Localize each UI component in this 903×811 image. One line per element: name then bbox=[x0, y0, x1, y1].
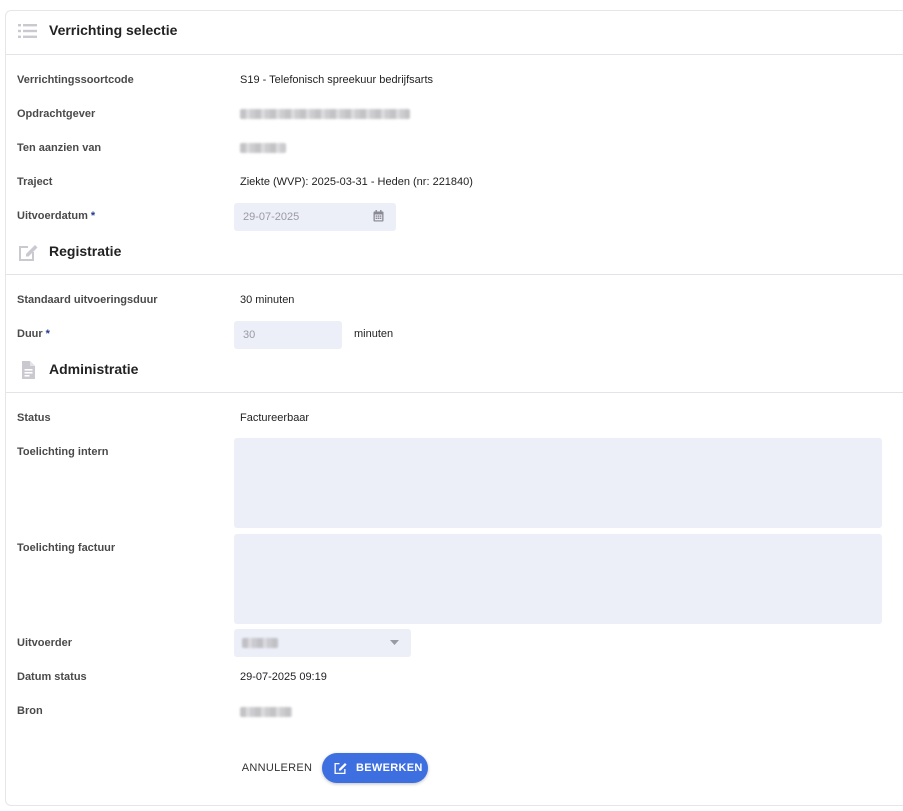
edit-button-label: BEWERKEN bbox=[356, 762, 423, 774]
executor-select[interactable] bbox=[234, 629, 411, 657]
invoice-note-label: Toelichting factuur bbox=[17, 542, 116, 554]
section-header-selection: Verrichting selectie bbox=[6, 11, 903, 51]
section-title-registration: Registratie bbox=[49, 243, 122, 259]
executor-value-redacted bbox=[242, 638, 278, 648]
edit-button[interactable]: BEWERKEN bbox=[322, 753, 428, 783]
execution-date-label-text: Uitvoerdatum bbox=[17, 210, 88, 222]
cancel-button[interactable]: ANNULEREN bbox=[237, 753, 317, 783]
execution-date-value: 29-07-2025 bbox=[243, 211, 300, 223]
duration-placeholder: 30 bbox=[243, 329, 256, 341]
duration-input[interactable]: 30 bbox=[234, 321, 342, 349]
edit-icon bbox=[334, 763, 347, 774]
divider bbox=[6, 392, 903, 393]
status-label: Status bbox=[17, 412, 51, 424]
standard-duration-label: Standaard uitvoeringsduur bbox=[17, 294, 158, 306]
document-icon bbox=[22, 361, 35, 379]
chevron-down-icon[interactable] bbox=[390, 640, 399, 646]
duration-label: Duur * bbox=[17, 328, 50, 340]
verrichting-card: Verrichting selectie Verrichtingssoortco… bbox=[5, 10, 903, 806]
client-value-redacted bbox=[240, 109, 410, 119]
divider bbox=[6, 274, 903, 275]
section-header-administration: Administratie bbox=[6, 350, 903, 390]
source-label: Bron bbox=[17, 705, 43, 717]
divider bbox=[6, 54, 903, 55]
internal-note-label: Toelichting intern bbox=[17, 446, 109, 458]
invoice-note-textarea[interactable] bbox=[234, 534, 882, 624]
trajectory-label: Traject bbox=[17, 176, 53, 188]
concerning-label: Ten aanzien van bbox=[17, 142, 102, 154]
duration-label-text: Duur bbox=[17, 328, 43, 340]
list-icon bbox=[18, 24, 37, 38]
code-label: Verrichtingssoortcode bbox=[17, 74, 134, 86]
duration-unit: minuten bbox=[354, 328, 394, 340]
edit-icon bbox=[19, 245, 38, 261]
status-date-label: Datum status bbox=[17, 671, 87, 683]
status-value: Factureerbaar bbox=[240, 412, 310, 424]
internal-note-textarea[interactable] bbox=[234, 438, 882, 528]
execution-date-field[interactable]: 29-07-2025 bbox=[234, 203, 396, 231]
executor-label: Uitvoerder bbox=[17, 637, 73, 649]
standard-duration-value: 30 minuten bbox=[240, 294, 295, 306]
client-label: Opdrachtgever bbox=[17, 108, 96, 120]
calendar-icon[interactable] bbox=[373, 210, 384, 222]
section-title-administration: Administratie bbox=[49, 361, 139, 377]
status-date-value: 29-07-2025 09:19 bbox=[240, 671, 327, 683]
required-marker: * bbox=[45, 328, 50, 340]
concerning-value-redacted bbox=[240, 143, 286, 153]
code-value: S19 - Telefonisch spreekuur bedrijfsarts bbox=[240, 74, 434, 86]
section-header-registration: Registratie bbox=[6, 232, 903, 272]
source-value-redacted bbox=[240, 707, 292, 717]
section-title-selection: Verrichting selectie bbox=[49, 22, 178, 38]
trajectory-value: Ziekte (WVP): 2025-03-31 - Heden (nr: 22… bbox=[240, 176, 473, 188]
required-marker: * bbox=[90, 210, 96, 222]
execution-date-label: Uitvoerdatum * bbox=[17, 210, 95, 222]
